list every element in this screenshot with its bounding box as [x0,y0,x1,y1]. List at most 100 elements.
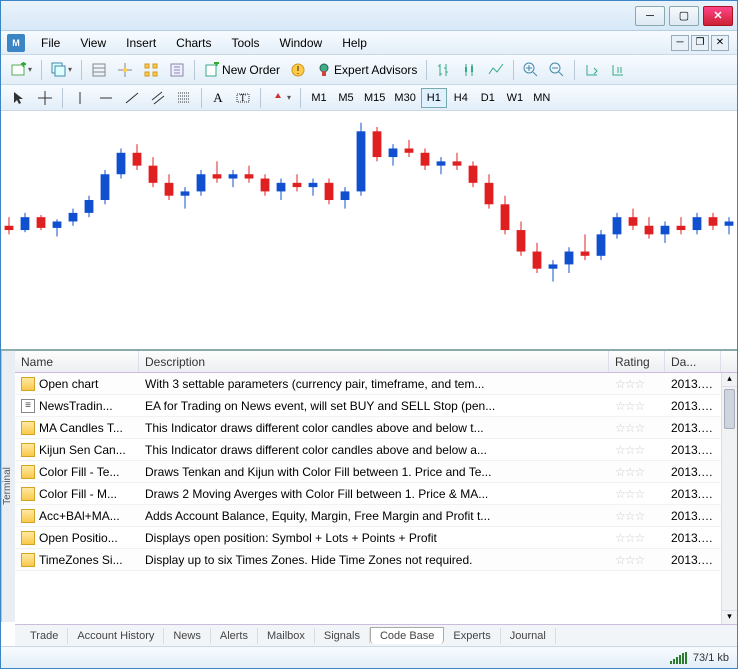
timeframe-h1[interactable]: H1 [421,88,447,108]
timeframe-h4[interactable]: H4 [448,88,474,108]
timeframe-mn[interactable]: MN [529,88,555,108]
equidistant-channel-button[interactable] [146,87,170,109]
svg-text:T: T [240,93,246,103]
app-window: ─ ▢ ✕ M FileViewInsertChartsToolsWindowH… [0,0,738,669]
terminal-panel: × Terminal Name Description Rating Da...… [1,351,737,646]
menu-file[interactable]: File [31,34,70,52]
table-row[interactable]: Kijun Sen Can...This Indicator draws dif… [15,439,721,461]
tab-signals[interactable]: Signals [315,628,370,644]
cursor-button[interactable] [7,87,31,109]
expert-advisors-label: Expert Advisors [334,63,417,77]
table-row[interactable]: MA Candles T...This Indicator draws diff… [15,417,721,439]
script-icon [21,509,35,523]
row-rating[interactable]: ☆☆☆ [609,377,665,391]
tab-code-base[interactable]: Code Base [370,627,444,644]
zoom-out-button[interactable] [545,59,569,81]
close-button[interactable]: ✕ [703,6,733,26]
row-date: 2013.0... [665,509,721,523]
row-rating[interactable]: ☆☆☆ [609,421,665,435]
row-description: Draws Tenkan and Kijun with Color Fill b… [139,465,609,479]
table-row[interactable]: Acc+BAl+MA...Adds Account Balance, Equit… [15,505,721,527]
menu-window[interactable]: Window [270,34,333,52]
script-icon [21,553,35,567]
row-rating[interactable]: ☆☆☆ [609,531,665,545]
tab-experts[interactable]: Experts [444,628,500,644]
tab-trade[interactable]: Trade [21,628,68,644]
timeframe-m15[interactable]: M15 [360,88,389,108]
menu-tools[interactable]: Tools [222,34,270,52]
terminal-button[interactable] [139,59,163,81]
data-window-button[interactable] [165,59,189,81]
tab-account-history[interactable]: Account History [68,628,164,644]
navigator-button[interactable] [113,59,137,81]
tab-journal[interactable]: Journal [501,628,556,644]
line-chart-button[interactable] [484,59,508,81]
fibonacci-button[interactable] [172,87,196,109]
expert-advisors-button[interactable]: Expert Advisors [312,59,421,81]
menu-insert[interactable]: Insert [116,34,166,52]
column-rating[interactable]: Rating [609,351,665,372]
row-name: NewsTradin... [39,399,113,413]
zoom-in-button[interactable] [519,59,543,81]
table-row[interactable]: Open chartWith 3 settable parameters (cu… [15,373,721,395]
bar-chart-button[interactable] [432,59,456,81]
row-rating[interactable]: ☆☆☆ [609,487,665,501]
tab-alerts[interactable]: Alerts [211,628,258,644]
menu-view[interactable]: View [70,34,116,52]
row-rating[interactable]: ☆☆☆ [609,443,665,457]
column-name[interactable]: Name [15,351,139,372]
candle-chart-button[interactable] [458,59,482,81]
market-watch-button[interactable] [87,59,111,81]
row-date: 2013.0... [665,465,721,479]
row-name: Acc+BAl+MA... [39,509,120,523]
column-description[interactable]: Description [139,351,609,372]
table-row[interactable]: Color Fill - M... Draws 2 Moving Averges … [15,483,721,505]
vertical-scrollbar[interactable]: ▴ ▾ [721,373,737,624]
document-icon: ≡ [21,399,35,413]
new-order-button[interactable]: New Order [200,59,284,81]
tab-mailbox[interactable]: Mailbox [258,628,315,644]
minimize-button[interactable]: ─ [635,6,665,26]
row-date: 2013.0... [665,487,721,501]
text-button[interactable]: A [207,87,229,109]
tab-news[interactable]: News [164,628,211,644]
row-name: Color Fill - M... [39,487,117,501]
chart-area[interactable] [1,111,737,351]
script-icon [21,443,35,457]
mdi-close-button[interactable]: ✕ [711,35,729,51]
vertical-line-button[interactable] [68,87,92,109]
metaquotes-button[interactable] [286,59,310,81]
terminal-label: Terminal [1,351,15,622]
profiles-button[interactable]: ▾ [47,59,76,81]
script-icon [21,531,35,545]
row-rating[interactable]: ☆☆☆ [609,553,665,567]
mdi-restore-button[interactable]: ❐ [691,35,709,51]
row-rating[interactable]: ☆☆☆ [609,465,665,479]
arrows-button[interactable]: ▾ [266,87,295,109]
row-description: EA for Trading on News event, will set B… [139,399,609,413]
timeframe-w1[interactable]: W1 [502,88,528,108]
horizontal-line-button[interactable] [94,87,118,109]
menu-charts[interactable]: Charts [166,34,221,52]
timeframe-m5[interactable]: M5 [333,88,359,108]
table-row[interactable]: TimeZones Si...Display up to six Times Z… [15,549,721,571]
new-chart-button[interactable]: ▾ [7,59,36,81]
row-rating[interactable]: ☆☆☆ [609,399,665,413]
table-row[interactable]: Color Fill - Te...Draws Tenkan and Kijun… [15,461,721,483]
row-description: Draws 2 Moving Averges with Color Fill b… [139,487,609,501]
timeframe-m30[interactable]: M30 [390,88,419,108]
maximize-button[interactable]: ▢ [669,6,699,26]
auto-scroll-button[interactable] [580,59,604,81]
column-date[interactable]: Da... [665,351,721,372]
text-label-button[interactable]: T [231,87,255,109]
trendline-button[interactable] [120,87,144,109]
chart-shift-button[interactable] [606,59,630,81]
mdi-minimize-button[interactable]: ─ [671,35,689,51]
table-row[interactable]: Open Positio...Displays open position: S… [15,527,721,549]
timeframe-m1[interactable]: M1 [306,88,332,108]
timeframe-d1[interactable]: D1 [475,88,501,108]
table-row[interactable]: ≡ NewsTradin... EA for Trading on News eve… [15,395,721,417]
row-rating[interactable]: ☆☆☆ [609,509,665,523]
crosshair-button[interactable] [33,87,57,109]
menu-help[interactable]: Help [332,34,377,52]
